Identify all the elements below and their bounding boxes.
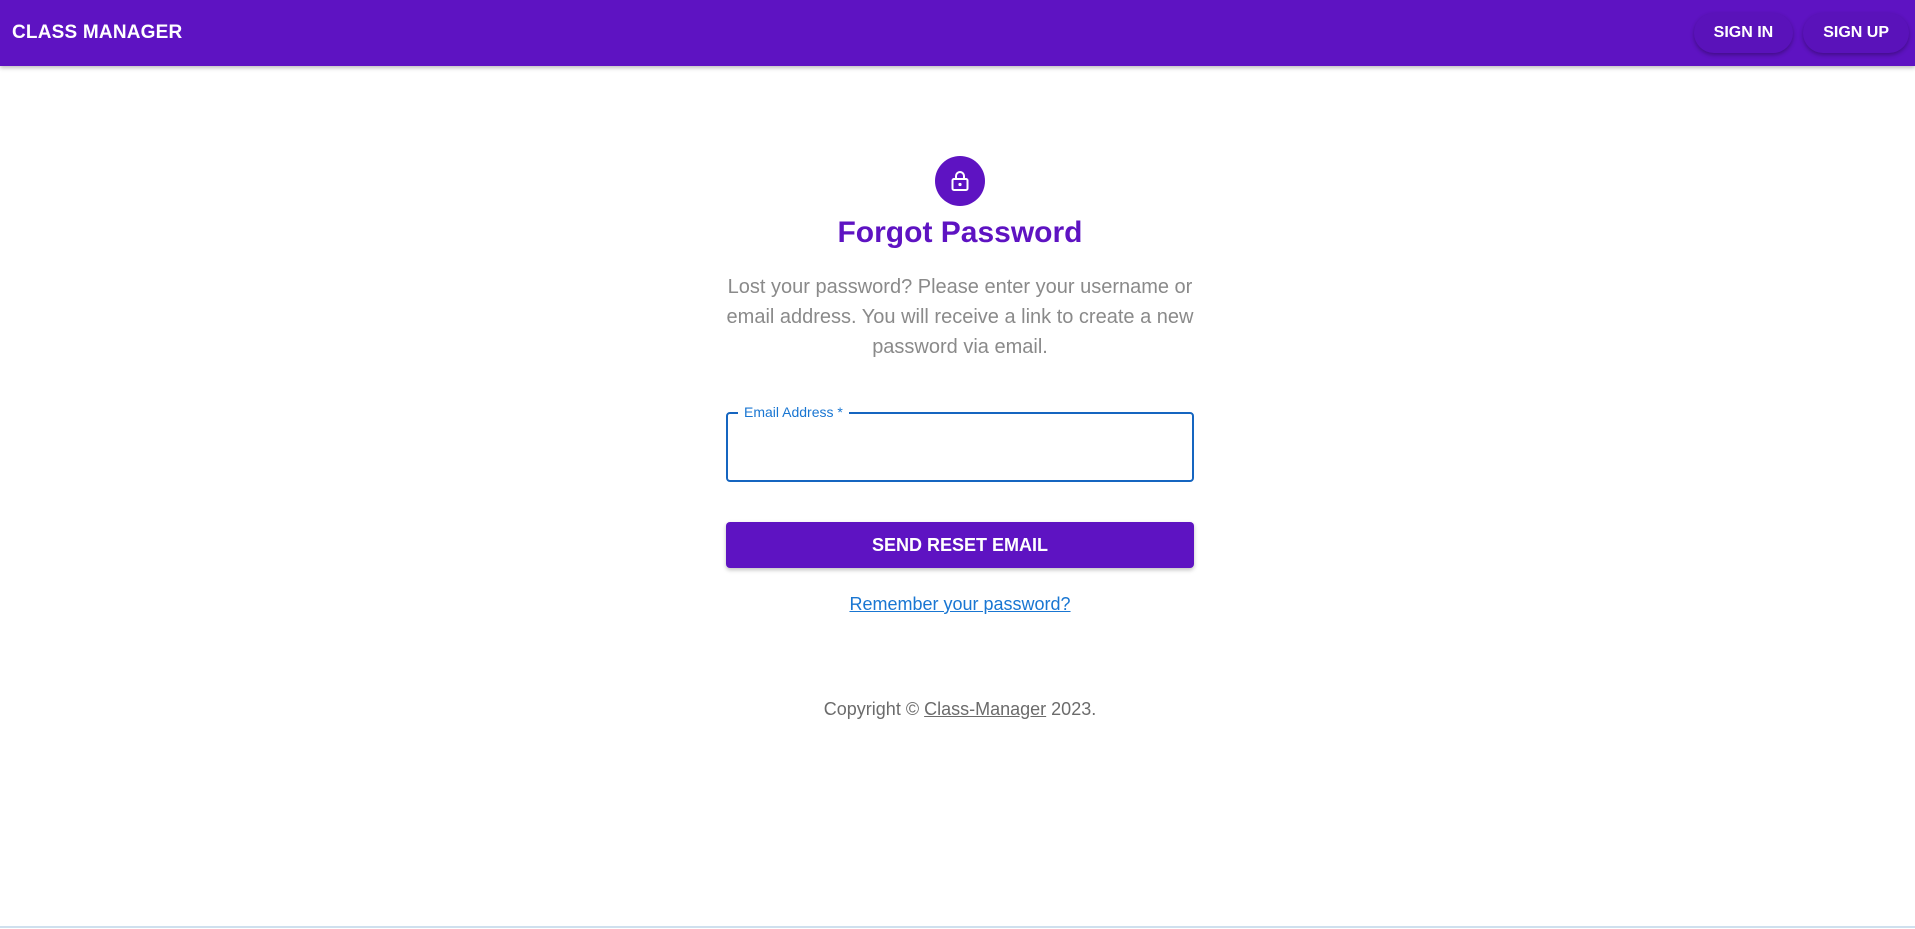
bottom-divider — [0, 926, 1915, 928]
send-reset-email-button[interactable]: SEND RESET EMAIL — [726, 522, 1194, 568]
class-manager-link[interactable]: Class-Manager — [924, 699, 1046, 719]
app-bar: CLASS MANAGER SIGN IN SIGN UP — [0, 0, 1915, 66]
forgot-password-form: Forgot Password Lost your password? Plea… — [726, 156, 1194, 720]
page-title: Forgot Password — [837, 216, 1083, 249]
remember-password-link[interactable]: Remember your password? — [849, 594, 1070, 615]
email-input[interactable] — [728, 414, 1192, 480]
lock-icon — [951, 171, 969, 191]
brand-title[interactable]: CLASS MANAGER — [12, 22, 182, 44]
email-field: Email Address * — [726, 403, 1194, 482]
lock-icon-avatar — [935, 156, 985, 206]
copyright-prefix: Copyright © — [823, 699, 920, 719]
instructions-text: Lost your password? Please enter your us… — [726, 276, 1194, 358]
sign-up-button[interactable]: SIGN UP — [1803, 13, 1909, 53]
copyright-year: 2023. — [1051, 699, 1097, 719]
main-content: Forgot Password Lost your password? Plea… — [0, 66, 1915, 926]
email-field-label: Email Address * — [738, 403, 849, 421]
copyright-text: Copyright © Class-Manager 2023. — [824, 699, 1096, 720]
sign-in-button[interactable]: SIGN IN — [1693, 13, 1794, 53]
top-nav: SIGN IN SIGN UP — [1693, 13, 1909, 53]
